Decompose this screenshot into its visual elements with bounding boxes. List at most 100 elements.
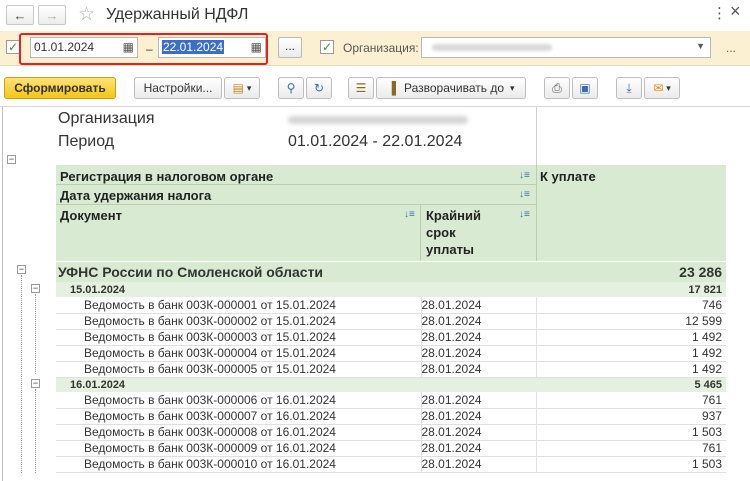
envelope-icon: ✉ (653, 81, 664, 95)
calendar-icon[interactable]: ▦ (251, 38, 262, 57)
dropdown-arrow-icon[interactable]: ▼ (696, 41, 705, 51)
document-cell[interactable]: Ведомость в банк 003К-000003 от 15.01.20… (56, 329, 421, 346)
document-cell[interactable]: Ведомость в банк 003К-000008 от 16.01.20… (56, 424, 421, 441)
sort-icon[interactable]: ↓≡ (404, 209, 415, 220)
header-registration[interactable]: Регистрация в налоговом органе (60, 169, 273, 184)
header-deadline-line3[interactable]: уплаты (426, 242, 474, 257)
organization-value-blurred (432, 44, 552, 51)
table-row[interactable]: Ведомость в банк 003К-000001 от 15.01.20… (56, 297, 726, 314)
deadline-cell: 28.01.2024 (420, 297, 536, 314)
report-table: УФНС России по Смоленской области 23 286… (56, 262, 726, 473)
collapse-group-icon[interactable]: − (17, 265, 26, 274)
grid-line (536, 107, 537, 165)
document-cell[interactable]: Ведомость в банк 003К-000001 от 15.01.20… (56, 297, 421, 314)
table-row[interactable]: Ведомость в банк 003К-000003 от 15.01.20… (56, 329, 726, 346)
date-from-value: 01.01.2024 (34, 40, 95, 54)
organization-more-button[interactable]: ... (726, 41, 736, 55)
document-cell[interactable]: Ведомость в банк 003К-000009 от 16.01.20… (56, 440, 421, 457)
date-from-input[interactable]: 01.01.2024 ▦ (30, 37, 138, 58)
checkmark-icon: ✓ (321, 40, 333, 54)
organization-label: Организация: (343, 41, 419, 55)
settings-button[interactable]: Настройки... (134, 77, 222, 99)
calendar-icon[interactable]: ▦ (123, 38, 134, 57)
date-total: 5 465 (536, 377, 726, 392)
deadline-cell: 28.01.2024 (420, 329, 536, 346)
document-cell[interactable]: Ведомость в банк 003К-000004 от 15.01.20… (56, 345, 421, 362)
organization-checkbox[interactable]: ✓ (320, 40, 334, 54)
save-button[interactable]: ⤓ (616, 77, 642, 99)
close-icon[interactable]: × (730, 1, 741, 22)
filter-bar: ✓ 01.01.2024 ▦ – 22.01.2024 ▦ ... ✓ Орга… (0, 31, 750, 66)
tree-line (21, 275, 22, 473)
group-row[interactable]: УФНС России по Смоленской области 23 286 (56, 262, 726, 282)
toolbar: Сформировать Настройки... ▤ ▾ ⚲ ↻ ☰ ▐ Ра… (0, 66, 750, 106)
report-gutter-line (2, 107, 3, 481)
grid-line (420, 204, 421, 261)
period-select-button[interactable]: ... (278, 37, 302, 58)
date-row[interactable]: 16.01.2024 5 465 (56, 377, 726, 392)
search-next-button[interactable]: ↻ (306, 77, 332, 99)
table-row[interactable]: Ведомость в банк 003К-000009 от 16.01.20… (56, 440, 726, 457)
document-cell[interactable]: Ведомость в банк 003К-000007 от 16.01.20… (56, 408, 421, 425)
deadline-cell: 28.01.2024 (420, 408, 536, 425)
date-value: 16.01.2024 (56, 377, 536, 392)
amount-cell: 1 503 (535, 456, 726, 473)
tree-line (35, 294, 36, 374)
forward-button[interactable]: → (38, 5, 66, 25)
header-to-pay[interactable]: К уплате (540, 169, 596, 184)
sort-icon[interactable]: ↓≡ (519, 189, 530, 200)
dropdown-arrow-icon: ▾ (510, 82, 515, 93)
print-icon: ⎙ (552, 80, 562, 95)
document-cell[interactable]: Ведомость в банк 003К-000005 от 15.01.20… (56, 361, 421, 378)
deadline-cell: 28.01.2024 (420, 440, 536, 457)
table-row[interactable]: Ведомость в банк 003К-000008 от 16.01.20… (56, 424, 726, 441)
preview-button[interactable]: ▣ (572, 77, 598, 99)
table-row[interactable]: Ведомость в банк 003К-000002 от 15.01.20… (56, 313, 726, 330)
date-separator: – (146, 42, 153, 56)
amount-cell: 761 (535, 440, 726, 457)
table-row[interactable]: Ведомость в банк 003К-000004 от 15.01.20… (56, 345, 726, 362)
table-row[interactable]: Ведомость в банк 003К-000005 от 15.01.20… (56, 361, 726, 378)
search-icon: ⚲ (286, 81, 296, 95)
group-button[interactable]: ☰ (348, 77, 374, 99)
search-button[interactable]: ⚲ (278, 77, 304, 99)
document-cell[interactable]: Ведомость в банк 003К-000002 от 15.01.20… (56, 313, 421, 330)
favorite-star-icon[interactable]: ☆ (78, 3, 95, 26)
deadline-cell: 28.01.2024 (420, 313, 536, 330)
sort-icon[interactable]: ↓≡ (519, 170, 530, 181)
variants-button[interactable]: ▤ ▾ (224, 77, 260, 99)
download-icon: ⤓ (626, 80, 632, 95)
date-to-input[interactable]: 22.01.2024 ▦ (158, 37, 266, 58)
deadline-cell: 28.01.2024 (420, 361, 536, 378)
table-row[interactable]: Ведомость в банк 003К-000007 от 16.01.20… (56, 408, 726, 425)
header-document[interactable]: Документ (60, 208, 122, 223)
organization-select[interactable]: ▼ (421, 37, 711, 58)
period-checkbox[interactable]: ✓ (6, 40, 20, 54)
table-row[interactable]: Ведомость в банк 003К-000010 от 16.01.20… (56, 456, 726, 473)
back-button[interactable]: ← (6, 5, 34, 25)
document-cell[interactable]: Ведомость в банк 003К-000010 от 16.01.20… (56, 456, 421, 473)
checkmark-icon: ✓ (7, 40, 19, 54)
deadline-cell: 28.01.2024 (420, 424, 536, 441)
header-withholding-date[interactable]: Дата удержания налога (60, 188, 211, 203)
header-deadline-line1[interactable]: Крайний (426, 208, 481, 223)
expand-to-button[interactable]: ▐ Разворачивать до ▾ (376, 77, 526, 99)
sort-icon[interactable]: ↓≡ (519, 209, 530, 220)
send-email-button[interactable]: ✉ ▾ (644, 77, 680, 99)
print-button[interactable]: ⎙ (544, 77, 570, 99)
header-deadline-line2[interactable]: срок (426, 225, 456, 240)
document-cell[interactable]: Ведомость в банк 003К-000006 от 16.01.20… (56, 392, 421, 409)
generate-button[interactable]: Сформировать (4, 77, 116, 99)
collapse-header-icon[interactable]: − (7, 155, 16, 164)
grid-line (536, 165, 537, 261)
more-menu-icon[interactable]: ⋮ (712, 4, 727, 22)
date-row[interactable]: 15.01.2024 17 821 (56, 282, 726, 297)
collapse-date-icon[interactable]: − (31, 379, 40, 388)
group-name: УФНС России по Смоленской области (56, 262, 536, 282)
report-area[interactable]: Организация Период 01.01.2024 - 22.01.20… (0, 106, 750, 481)
collapse-date-icon[interactable]: − (31, 284, 40, 293)
date-to-value: 22.01.2024 (162, 40, 225, 54)
table-row[interactable]: Ведомость в банк 003К-000006 от 16.01.20… (56, 392, 726, 409)
date-total: 17 821 (536, 282, 726, 297)
amount-cell: 1 503 (535, 424, 726, 441)
